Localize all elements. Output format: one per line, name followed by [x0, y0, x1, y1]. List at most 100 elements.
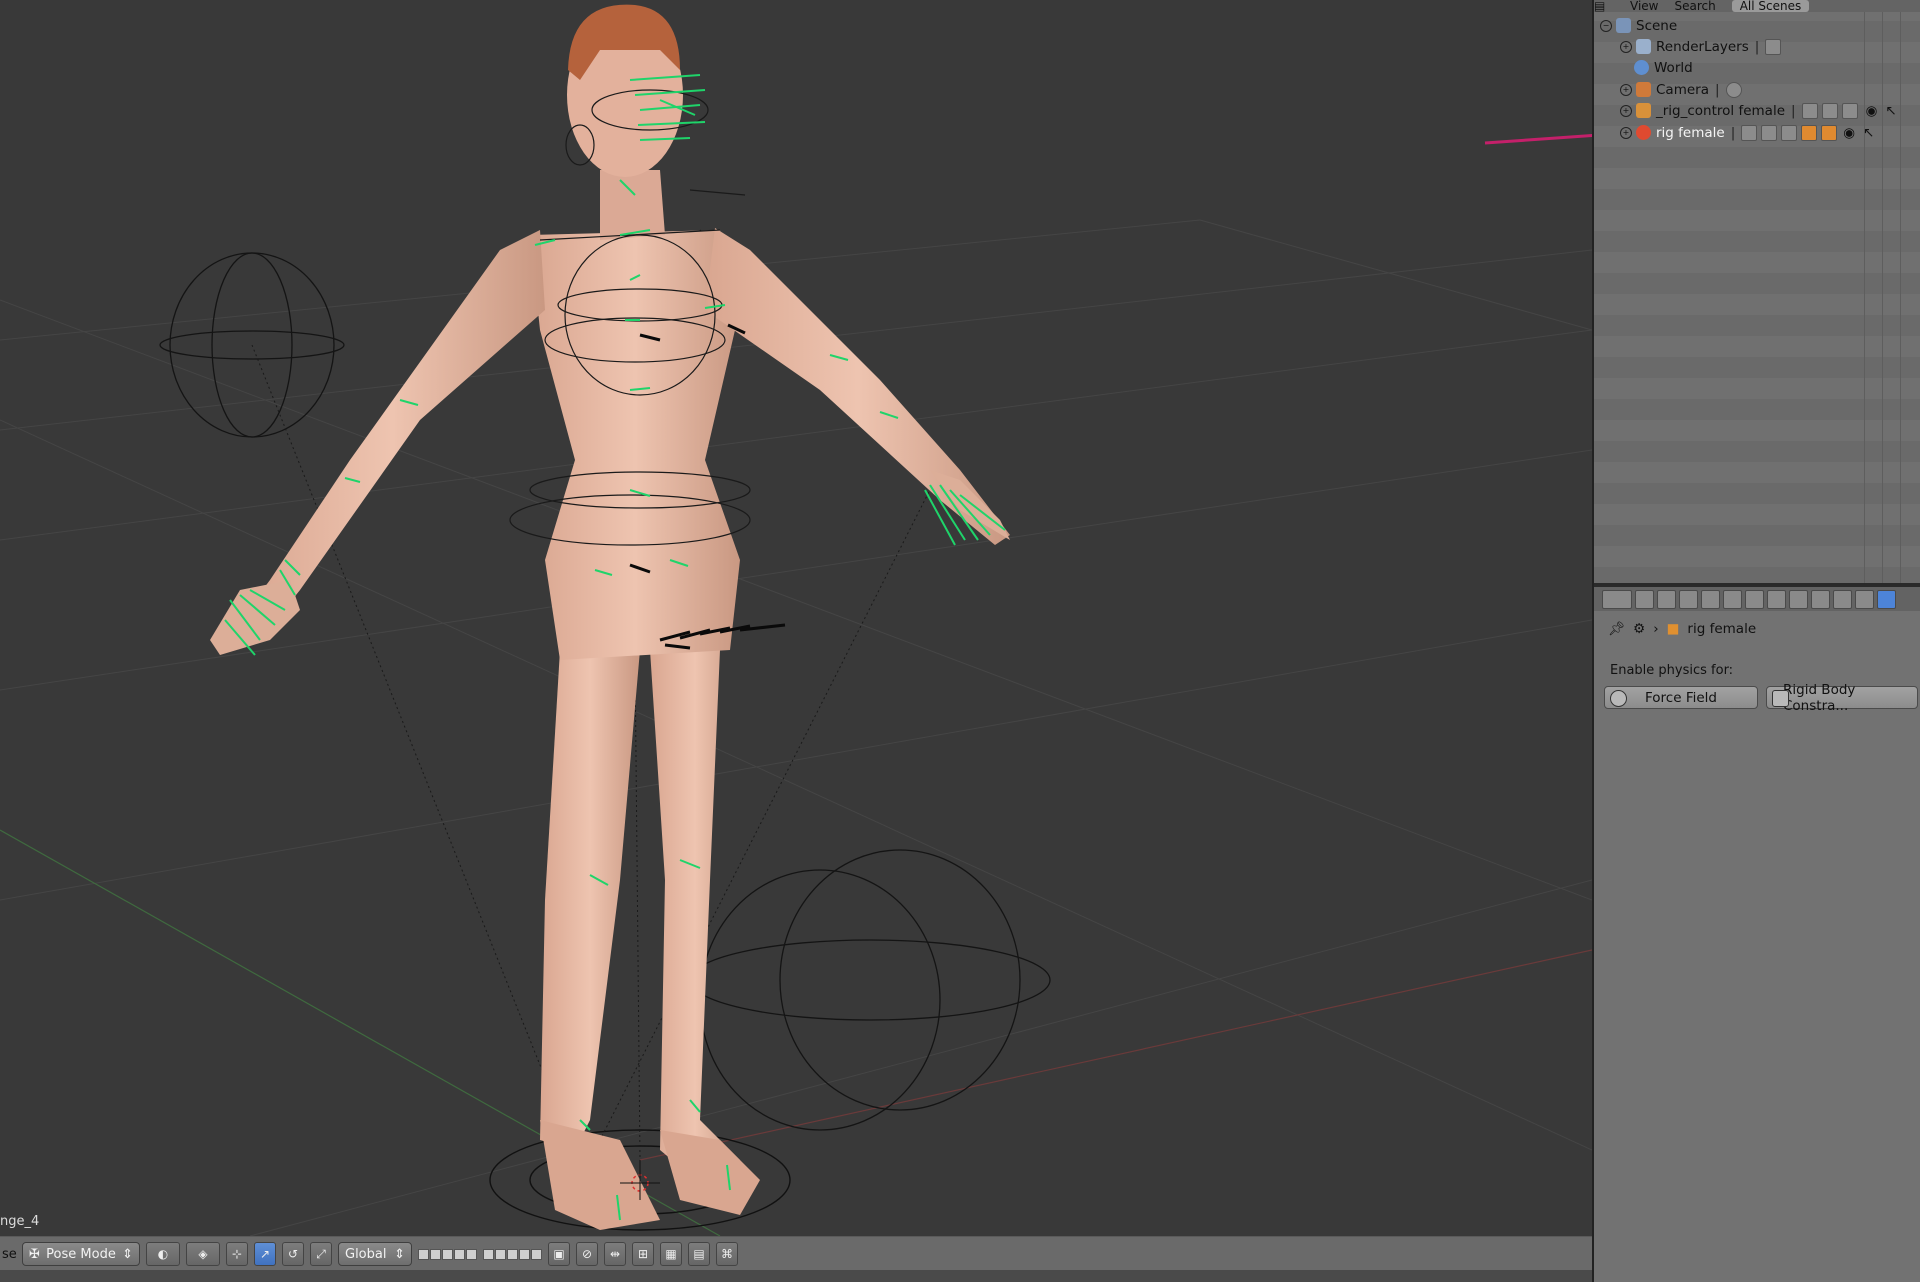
outliner-column-line: [1900, 0, 1901, 583]
world-icon: [1634, 60, 1649, 75]
menu-view[interactable]: View: [1630, 0, 1658, 12]
tab-object[interactable]: [1723, 589, 1742, 609]
outliner-row-renderlayers[interactable]: + RenderLayers |: [1620, 36, 1785, 57]
mode-selector-label: Pose Mode: [46, 1246, 116, 1262]
female-character-mesh: [210, 4, 1010, 1230]
lock-layers-icon[interactable]: ▣: [548, 1242, 570, 1266]
pose-icon: [1841, 102, 1858, 119]
properties-tabs: [1594, 587, 1920, 611]
outliner-row-scene[interactable]: − Scene: [1600, 15, 1677, 36]
link-icon: [1741, 124, 1758, 141]
chain-link-icon: [1772, 690, 1789, 707]
translate-manipulator-icon[interactable]: ↗: [254, 1242, 276, 1266]
outliner-row-rig-control-female[interactable]: + _rig_control female | ◉ ↖: [1620, 100, 1897, 121]
separator: |: [1754, 38, 1760, 55]
mode-selector[interactable]: ✠ Pose Mode ⇕: [22, 1242, 140, 1266]
object-cube-icon: ■: [1666, 621, 1680, 637]
armature-icon: [1636, 103, 1651, 118]
expand-toggle-icon[interactable]: +: [1620, 83, 1632, 96]
force-field-label: Force Field: [1645, 689, 1717, 706]
selectability-cursor-icon[interactable]: ↖: [1885, 103, 1896, 119]
pose-mode-icon: ✠: [29, 1246, 40, 1262]
menu-search[interactable]: Search: [1674, 0, 1715, 12]
tab-world[interactable]: [1701, 589, 1720, 609]
outliner-row-label: Scene: [1636, 17, 1678, 34]
scale-manipulator-icon[interactable]: ⤢: [310, 1242, 332, 1266]
separator: |: [1730, 124, 1736, 141]
pose-icon: [1781, 124, 1798, 141]
viewport-shading-icon[interactable]: ◐: [146, 1242, 180, 1266]
pivot-point-icon[interactable]: ◈: [186, 1242, 220, 1266]
force-field-icon: [1610, 690, 1627, 707]
tab-constraints[interactable]: [1745, 589, 1764, 609]
tab-render[interactable]: [1635, 589, 1654, 609]
tab-render-layers[interactable]: [1657, 589, 1676, 609]
bone-layers-icon[interactable]: ⊘: [576, 1242, 598, 1266]
chevron-updown-icon: ⇕: [122, 1246, 133, 1262]
outliner-row-label: World: [1654, 59, 1693, 76]
armature-data-icon: [1761, 124, 1778, 141]
breadcrumb: 📌︎ ⚙︎ › ■ rig female: [1608, 621, 1756, 637]
camera-data-icon: [1725, 81, 1742, 98]
tab-bone-constraints[interactable]: [1833, 589, 1852, 609]
render-layer-chip-icon: [1765, 38, 1782, 55]
armature-data-icon: [1821, 102, 1838, 119]
outliner-header: ▤ View Search All Scenes: [1594, 0, 1920, 12]
camera-icon: [1636, 82, 1651, 97]
expand-toggle-icon[interactable]: +: [1620, 104, 1632, 117]
layers-grid-2-icon[interactable]: [483, 1248, 542, 1260]
outliner-row-label: Camera: [1656, 81, 1709, 98]
editor-type-icon[interactable]: [1602, 589, 1632, 609]
scene-icon: ⚙︎: [1633, 621, 1646, 637]
expand-toggle-icon[interactable]: +: [1620, 40, 1632, 53]
keying-icon[interactable]: ⌘: [716, 1242, 738, 1266]
status-bar: [0, 1270, 1592, 1282]
annotation-arrow: [1484, 134, 1592, 145]
orientation-label: Global: [345, 1246, 387, 1262]
visibility-eye-icon[interactable]: ◉: [1866, 103, 1878, 119]
rotate-manipulator-icon[interactable]: ↺: [282, 1242, 304, 1266]
auto-ik-icon[interactable]: ⊞: [632, 1242, 654, 1266]
visibility-eye-icon[interactable]: ◉: [1843, 125, 1855, 141]
outliner-row-rig-female[interactable]: + rig female | ◉ ↖: [1620, 122, 1874, 143]
chevron-right-icon: ›: [1653, 621, 1659, 637]
selectability-cursor-icon[interactable]: ↖: [1863, 125, 1874, 141]
tab-data[interactable]: [1789, 589, 1808, 609]
pose-copy-icon[interactable]: ⇹: [604, 1242, 626, 1266]
scene-icon: [1616, 18, 1631, 33]
render-animation-icon[interactable]: ▤: [688, 1242, 710, 1266]
rigid-body-constraint-label: Rigid Body Constra...: [1783, 681, 1856, 714]
rigid-body-constraint-button[interactable]: Rigid Body Constra...: [1766, 682, 1918, 714]
tab-bone[interactable]: [1811, 589, 1830, 609]
wire-sphere-right: [689, 849, 1051, 1131]
physics-section-label: Enable physics for:: [1610, 663, 1734, 678]
force-field-button[interactable]: Force Field: [1604, 686, 1758, 709]
active-object-label: nge_4: [0, 1214, 40, 1229]
outliner-row-world[interactable]: World: [1634, 57, 1693, 78]
pin-icon[interactable]: 📌︎: [1608, 621, 1625, 637]
outliner-panel: ▤ View Search All Scenes − Scene + Rende…: [1594, 0, 1920, 583]
vertex-group-icon: [1821, 124, 1838, 141]
armature-icon: [1636, 125, 1651, 140]
chevron-updown-icon: ⇕: [394, 1246, 405, 1262]
expand-toggle-icon[interactable]: +: [1620, 126, 1632, 139]
3d-viewport[interactable]: nge_4: [0, 0, 1592, 1236]
link-icon: [1801, 102, 1818, 119]
tab-modifiers[interactable]: [1767, 589, 1786, 609]
render-layers-icon: [1636, 39, 1651, 54]
outliner-row-camera[interactable]: + Camera |: [1620, 79, 1746, 100]
outliner-column-line: [1864, 0, 1865, 583]
separator: |: [1791, 102, 1796, 119]
layers-grid-icon[interactable]: [418, 1248, 477, 1260]
transform-orientation-selector[interactable]: Global ⇕: [338, 1242, 412, 1266]
tab-texture[interactable]: [1855, 589, 1874, 609]
scene-filter-selector[interactable]: All Scenes: [1731, 0, 1810, 12]
tab-scene[interactable]: [1679, 589, 1698, 609]
manipulator-toggle-icon[interactable]: ⊹: [226, 1242, 248, 1266]
editor-type-icon[interactable]: ▤: [1594, 0, 1614, 12]
render-opengl-icon[interactable]: ▦: [660, 1242, 682, 1266]
header-left-fragment: se: [2, 1246, 17, 1262]
vertex-group-icon: [1801, 124, 1818, 141]
tab-physics[interactable]: [1877, 589, 1896, 609]
expand-toggle-icon[interactable]: −: [1600, 19, 1612, 32]
